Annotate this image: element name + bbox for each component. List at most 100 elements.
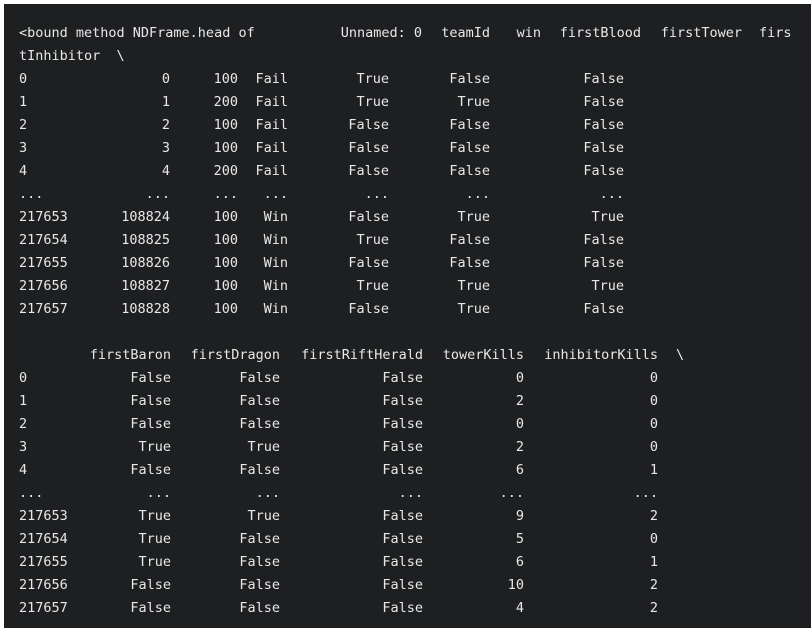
row-index: 3 xyxy=(19,140,28,156)
table-cell: 2 xyxy=(649,508,658,524)
table-cell: 0 xyxy=(649,393,658,409)
table-cell: False xyxy=(239,416,280,432)
table-cell: ... xyxy=(145,186,170,202)
table-cell: True xyxy=(138,531,171,547)
column-header: firstBaron xyxy=(89,347,171,363)
table-cell: False xyxy=(239,462,280,478)
column-header: firstDragon xyxy=(190,347,280,363)
table-cell: 1 xyxy=(649,554,658,570)
table-cell: 108826 xyxy=(121,255,170,271)
row-index: 217653 xyxy=(19,209,68,225)
row-index: 2 xyxy=(19,416,28,432)
row-index: 217657 xyxy=(19,600,68,616)
table-cell: 4 xyxy=(161,163,170,179)
table-cell: 108827 xyxy=(121,278,170,294)
table-cell: False xyxy=(239,393,280,409)
table-cell: False xyxy=(239,600,280,616)
column-header: firstTower xyxy=(660,25,742,41)
table-cell: True xyxy=(457,301,490,317)
table-cell: True xyxy=(457,209,490,225)
table-cell: False xyxy=(130,416,171,432)
row-index: 217654 xyxy=(19,232,68,248)
table-cell: False xyxy=(449,71,490,87)
table-cell: False xyxy=(239,554,280,570)
table-cell: False xyxy=(449,140,490,156)
column-header: inhibitorKills xyxy=(544,347,658,363)
table-cell: Fail xyxy=(255,94,288,110)
table-cell: True xyxy=(356,71,389,87)
table-cell: True xyxy=(247,508,280,524)
table-cell: False xyxy=(583,71,624,87)
table-cell: ... xyxy=(213,186,238,202)
table-cell: False xyxy=(449,117,490,133)
table-cell: False xyxy=(382,416,423,432)
table-cell: False xyxy=(382,531,423,547)
table-cell: False xyxy=(239,577,280,593)
row-index: 217655 xyxy=(19,554,68,570)
table-cell: False xyxy=(382,439,423,455)
table-cell: 0 xyxy=(649,370,658,386)
table-cell: ... xyxy=(633,485,658,501)
table-cell: False xyxy=(583,163,624,179)
row-index: 2 xyxy=(19,117,28,133)
table-cell: 4 xyxy=(515,600,524,616)
column-header: win xyxy=(516,25,541,41)
table-cell: Win xyxy=(263,278,288,294)
table-cell: 0 xyxy=(161,71,170,87)
table-cell: ... xyxy=(398,485,423,501)
table-cell: 100 xyxy=(213,232,238,248)
table-cell: 3 xyxy=(161,140,170,156)
table-cell: Win xyxy=(263,232,288,248)
table-cell: 5 xyxy=(515,531,524,547)
table-cell: False xyxy=(348,209,389,225)
table-cell: 108825 xyxy=(121,232,170,248)
row-index: 217657 xyxy=(19,301,68,317)
table-cell: ... xyxy=(263,186,288,202)
table-cell: 108824 xyxy=(121,209,170,225)
table-cell: False xyxy=(449,255,490,271)
table-cell: False xyxy=(348,163,389,179)
table-cell: 1 xyxy=(649,462,658,478)
table-cell: 9 xyxy=(515,508,524,524)
table-cell: 0 xyxy=(649,439,658,455)
table-cell: False xyxy=(583,301,624,317)
table-cell: Fail xyxy=(255,117,288,133)
table-cell: ... xyxy=(364,186,389,202)
table-cell: True xyxy=(591,209,624,225)
table-cell: False xyxy=(348,301,389,317)
row-index: 4 xyxy=(19,462,28,478)
table-cell: ... xyxy=(255,485,280,501)
table-cell: 10 xyxy=(507,577,524,593)
table-cell: False xyxy=(583,255,624,271)
table-cell: 6 xyxy=(515,462,524,478)
table-cell: True xyxy=(138,554,171,570)
table-cell: True xyxy=(247,439,280,455)
table-cell: False xyxy=(382,370,423,386)
table-cell: False xyxy=(583,140,624,156)
table-cell: False xyxy=(382,393,423,409)
line-continuation-marker: \ xyxy=(676,347,685,363)
table-cell: 100 xyxy=(213,117,238,133)
table-cell: Win xyxy=(263,255,288,271)
table-cell: False xyxy=(130,462,171,478)
row-index: 4 xyxy=(19,163,28,179)
row-index: 1 xyxy=(19,393,28,409)
table-cell: True xyxy=(356,232,389,248)
column-header: firstRiftHerald xyxy=(301,347,423,363)
row-index: 217656 xyxy=(19,577,68,593)
column-header: Unnamed: 0 xyxy=(340,25,422,41)
table-cell: 108828 xyxy=(121,301,170,317)
column-header: firstBlood xyxy=(559,25,641,41)
table-cell: 2 xyxy=(161,117,170,133)
table-cell: 2 xyxy=(515,393,524,409)
row-index: ... xyxy=(19,186,44,202)
table-cell: True xyxy=(138,439,171,455)
table-cell: ... xyxy=(599,186,624,202)
table-cell: False xyxy=(449,163,490,179)
table-cell: 0 xyxy=(515,370,524,386)
table-cell: False xyxy=(382,600,423,616)
table-cell: False xyxy=(382,462,423,478)
table-cell: False xyxy=(239,531,280,547)
table-cell: False xyxy=(130,393,171,409)
column-header: teamId xyxy=(441,25,490,41)
